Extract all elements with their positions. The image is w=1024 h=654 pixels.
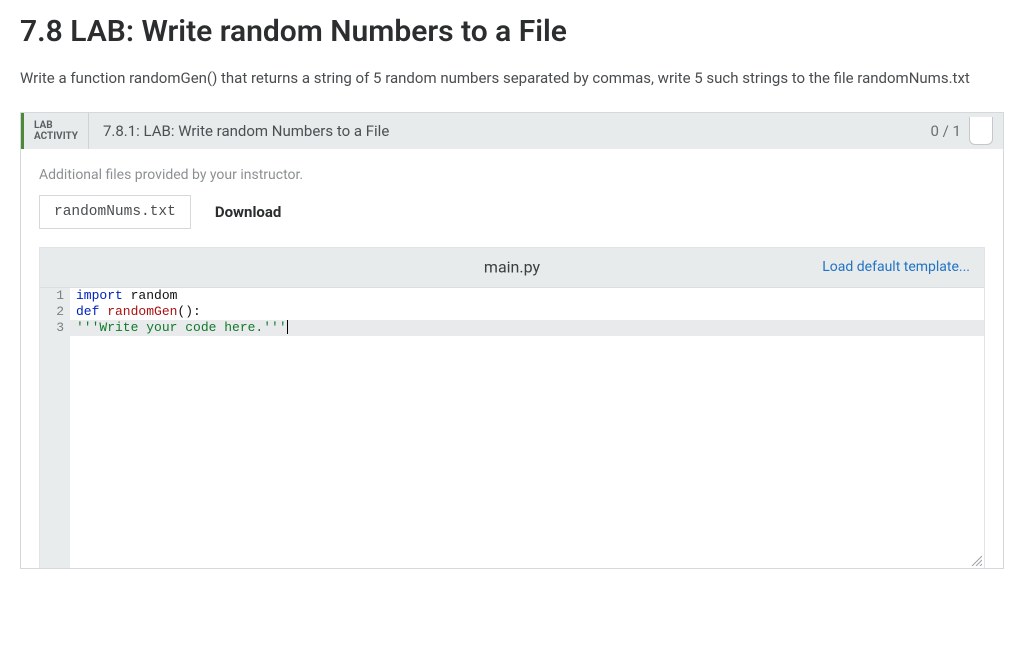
lab-activity-container: LAB ACTIVITY 7.8.1: LAB: Write random Nu… bbox=[20, 112, 1004, 569]
code-line[interactable]: def randomGen(): bbox=[70, 304, 984, 320]
lab-score-section: 0 / 1 bbox=[931, 113, 1004, 149]
text-cursor-icon bbox=[287, 320, 288, 334]
page-title: 7.8 LAB: Write random Numbers to a File bbox=[20, 14, 1004, 49]
file-row: randomNums.txt Download bbox=[39, 195, 985, 229]
load-default-template-link[interactable]: Load default template... bbox=[822, 259, 970, 275]
token-keyword: def bbox=[76, 304, 99, 319]
provided-file-chip[interactable]: randomNums.txt bbox=[39, 195, 191, 229]
lab-body: Additional files provided by your instru… bbox=[21, 149, 1003, 568]
lab-header-bar: LAB ACTIVITY 7.8.1: LAB: Write random Nu… bbox=[21, 113, 1003, 149]
resize-grip-icon[interactable] bbox=[970, 554, 982, 566]
line-number: 3 bbox=[46, 320, 64, 336]
line-number-gutter: 1 2 3 bbox=[40, 288, 70, 568]
lab-activity-badge: LAB ACTIVITY bbox=[24, 113, 89, 149]
code-text-area[interactable]: import random def randomGen(): '''Write … bbox=[70, 288, 984, 568]
token-keyword: import bbox=[76, 288, 123, 303]
code-editor: main.py Load default template... 1 2 3 i… bbox=[39, 247, 985, 568]
line-number: 1 bbox=[46, 288, 64, 304]
token-paren: (): bbox=[177, 304, 200, 319]
line-number: 2 bbox=[46, 304, 64, 320]
code-line-active[interactable]: '''Write your code here.''' bbox=[70, 320, 984, 336]
code-line[interactable]: import random bbox=[70, 288, 984, 304]
shield-icon bbox=[969, 117, 993, 145]
lab-badge-line1: LAB bbox=[34, 120, 78, 131]
lab-score: 0 / 1 bbox=[931, 122, 962, 140]
additional-files-label: Additional files provided by your instru… bbox=[39, 167, 985, 183]
editor-body[interactable]: 1 2 3 import random def randomGen(): '''… bbox=[40, 288, 984, 568]
lab-description: Write a function randomGen() that return… bbox=[20, 67, 1004, 90]
editor-filename: main.py bbox=[484, 258, 540, 277]
token-function-name: randomGen bbox=[99, 304, 177, 319]
lab-badge-line2: ACTIVITY bbox=[34, 131, 78, 142]
token-string: '''Write your code here.''' bbox=[76, 320, 287, 335]
download-button[interactable]: Download bbox=[215, 203, 282, 221]
lab-activity-title: 7.8.1: LAB: Write random Numbers to a Fi… bbox=[89, 113, 931, 149]
editor-tabbar: main.py Load default template... bbox=[40, 248, 984, 288]
token-identifier: random bbox=[123, 288, 178, 303]
